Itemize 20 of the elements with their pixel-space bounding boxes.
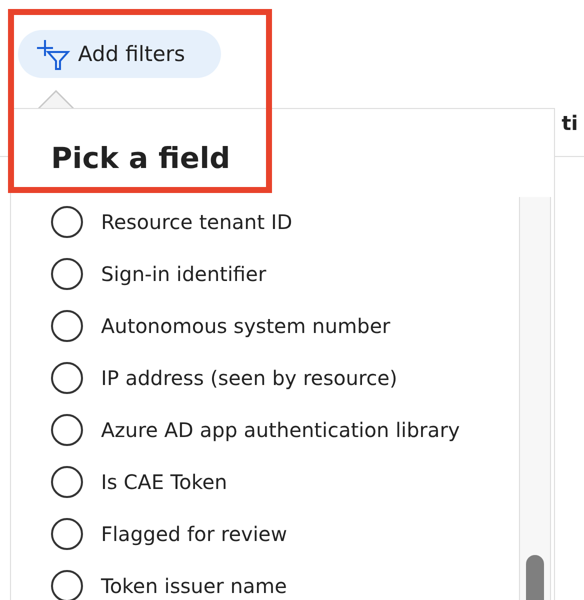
option-label[interactable]: Token issuer name: [101, 574, 287, 598]
radio-button[interactable]: [51, 206, 83, 238]
radio-button[interactable]: [51, 310, 83, 342]
option-label[interactable]: IP address (seen by resource): [101, 366, 398, 390]
add-filters-button[interactable]: Add filters: [18, 30, 222, 78]
radio-button[interactable]: [51, 518, 83, 550]
option-label[interactable]: Flagged for review: [101, 522, 288, 546]
option-label[interactable]: Resource tenant ID: [101, 210, 292, 234]
option-label[interactable]: Autonomous system number: [101, 314, 390, 338]
radio-button[interactable]: [51, 570, 83, 600]
column-header: ti: [562, 111, 578, 137]
popup-title: Pick a field: [51, 141, 232, 175]
option-label[interactable]: Sign-in identifier: [101, 262, 266, 286]
radio-button[interactable]: [51, 466, 83, 498]
option-label[interactable]: Azure AD app authentication library: [101, 418, 460, 442]
radio-button[interactable]: [51, 414, 83, 446]
radio-button[interactable]: [51, 362, 83, 394]
add-filter-icon: [36, 38, 72, 70]
option-label[interactable]: Is CAE Token: [101, 470, 228, 494]
radio-button[interactable]: [51, 258, 83, 290]
